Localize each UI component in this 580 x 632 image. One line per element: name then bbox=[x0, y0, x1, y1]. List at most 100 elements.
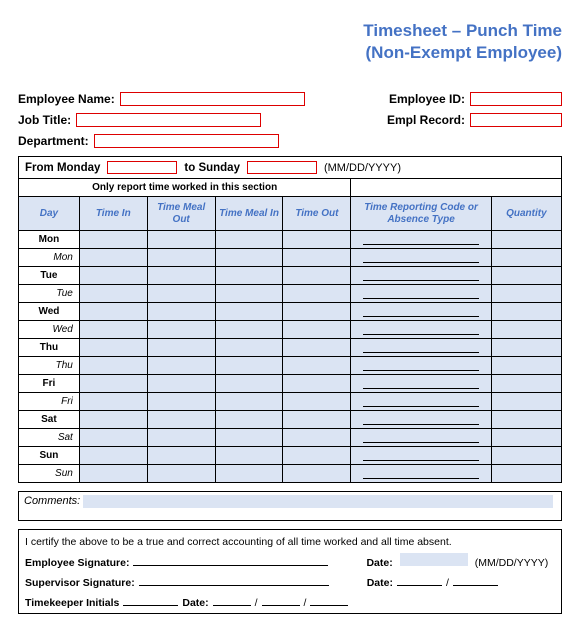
to-date-field[interactable] bbox=[247, 161, 317, 174]
emp-signature-line[interactable] bbox=[133, 554, 328, 566]
meal-out-cell[interactable] bbox=[147, 249, 215, 267]
time-out-cell[interactable] bbox=[283, 357, 351, 375]
meal-in-cell[interactable] bbox=[215, 411, 283, 429]
time-out-cell[interactable] bbox=[283, 231, 351, 249]
meal-in-cell[interactable] bbox=[215, 375, 283, 393]
time-in-cell[interactable] bbox=[79, 249, 147, 267]
meal-out-cell[interactable] bbox=[147, 357, 215, 375]
code-cell[interactable] bbox=[351, 393, 491, 411]
meal-out-cell[interactable] bbox=[147, 465, 215, 483]
time-in-cell[interactable] bbox=[79, 411, 147, 429]
qty-cell[interactable] bbox=[491, 303, 561, 321]
time-out-cell[interactable] bbox=[283, 447, 351, 465]
meal-in-cell[interactable] bbox=[215, 249, 283, 267]
meal-in-cell[interactable] bbox=[215, 231, 283, 249]
code-cell[interactable] bbox=[351, 231, 491, 249]
meal-in-cell[interactable] bbox=[215, 285, 283, 303]
meal-out-cell[interactable] bbox=[147, 321, 215, 339]
time-in-cell[interactable] bbox=[79, 447, 147, 465]
meal-out-cell[interactable] bbox=[147, 411, 215, 429]
code-cell[interactable] bbox=[351, 375, 491, 393]
meal-out-cell[interactable] bbox=[147, 231, 215, 249]
meal-in-cell[interactable] bbox=[215, 321, 283, 339]
time-in-cell[interactable] bbox=[79, 231, 147, 249]
code-cell[interactable] bbox=[351, 267, 491, 285]
time-in-cell[interactable] bbox=[79, 339, 147, 357]
tk-initials-line[interactable] bbox=[123, 594, 178, 606]
qty-cell[interactable] bbox=[491, 411, 561, 429]
code-cell[interactable] bbox=[351, 303, 491, 321]
qty-cell[interactable] bbox=[491, 447, 561, 465]
time-out-cell[interactable] bbox=[283, 303, 351, 321]
time-out-cell[interactable] bbox=[283, 285, 351, 303]
time-out-cell[interactable] bbox=[283, 267, 351, 285]
qty-cell[interactable] bbox=[491, 267, 561, 285]
time-in-cell[interactable] bbox=[79, 267, 147, 285]
empl-record-field[interactable] bbox=[470, 113, 562, 127]
meal-out-cell[interactable] bbox=[147, 447, 215, 465]
meal-out-cell[interactable] bbox=[147, 393, 215, 411]
time-out-cell[interactable] bbox=[283, 375, 351, 393]
meal-in-cell[interactable] bbox=[215, 267, 283, 285]
time-in-cell[interactable] bbox=[79, 465, 147, 483]
meal-out-cell[interactable] bbox=[147, 267, 215, 285]
time-out-cell[interactable] bbox=[283, 429, 351, 447]
time-in-cell[interactable] bbox=[79, 285, 147, 303]
qty-cell[interactable] bbox=[491, 249, 561, 267]
code-cell[interactable] bbox=[351, 285, 491, 303]
department-field[interactable] bbox=[94, 134, 279, 148]
qty-cell[interactable] bbox=[491, 285, 561, 303]
emp-id-field[interactable] bbox=[470, 92, 562, 106]
qty-cell[interactable] bbox=[491, 231, 561, 249]
sup-date-line[interactable] bbox=[397, 574, 442, 586]
meal-out-cell[interactable] bbox=[147, 339, 215, 357]
time-in-cell[interactable] bbox=[79, 375, 147, 393]
time-out-cell[interactable] bbox=[283, 339, 351, 357]
meal-out-cell[interactable] bbox=[147, 429, 215, 447]
time-in-cell[interactable] bbox=[79, 303, 147, 321]
time-in-cell[interactable] bbox=[79, 393, 147, 411]
meal-in-cell[interactable] bbox=[215, 357, 283, 375]
code-cell[interactable] bbox=[351, 339, 491, 357]
time-out-cell[interactable] bbox=[283, 393, 351, 411]
qty-cell[interactable] bbox=[491, 429, 561, 447]
code-cell[interactable] bbox=[351, 447, 491, 465]
comments-field[interactable] bbox=[83, 495, 553, 508]
qty-cell[interactable] bbox=[491, 375, 561, 393]
time-in-cell[interactable] bbox=[79, 429, 147, 447]
code-cell[interactable] bbox=[351, 321, 491, 339]
qty-cell[interactable] bbox=[491, 465, 561, 483]
time-out-cell[interactable] bbox=[283, 321, 351, 339]
meal-in-cell[interactable] bbox=[215, 465, 283, 483]
emp-date-field[interactable] bbox=[400, 553, 468, 566]
day-label: Sun bbox=[19, 447, 80, 465]
sup-signature-line[interactable] bbox=[139, 574, 329, 586]
label-emp-name: Employee Name: bbox=[18, 92, 115, 106]
qty-cell[interactable] bbox=[491, 339, 561, 357]
qty-cell[interactable] bbox=[491, 393, 561, 411]
time-in-cell[interactable] bbox=[79, 321, 147, 339]
code-cell[interactable] bbox=[351, 249, 491, 267]
qty-cell[interactable] bbox=[491, 357, 561, 375]
meal-in-cell[interactable] bbox=[215, 447, 283, 465]
meal-out-cell[interactable] bbox=[147, 375, 215, 393]
code-cell[interactable] bbox=[351, 357, 491, 375]
time-out-cell[interactable] bbox=[283, 465, 351, 483]
from-date-field[interactable] bbox=[107, 161, 177, 174]
col-day: Day bbox=[19, 197, 80, 231]
time-in-cell[interactable] bbox=[79, 357, 147, 375]
emp-name-field[interactable] bbox=[120, 92, 305, 106]
meal-in-cell[interactable] bbox=[215, 303, 283, 321]
meal-in-cell[interactable] bbox=[215, 339, 283, 357]
code-cell[interactable] bbox=[351, 465, 491, 483]
meal-in-cell[interactable] bbox=[215, 429, 283, 447]
meal-in-cell[interactable] bbox=[215, 393, 283, 411]
meal-out-cell[interactable] bbox=[147, 303, 215, 321]
time-out-cell[interactable] bbox=[283, 411, 351, 429]
meal-out-cell[interactable] bbox=[147, 285, 215, 303]
qty-cell[interactable] bbox=[491, 321, 561, 339]
job-title-field[interactable] bbox=[76, 113, 261, 127]
time-out-cell[interactable] bbox=[283, 249, 351, 267]
code-cell[interactable] bbox=[351, 429, 491, 447]
code-cell[interactable] bbox=[351, 411, 491, 429]
